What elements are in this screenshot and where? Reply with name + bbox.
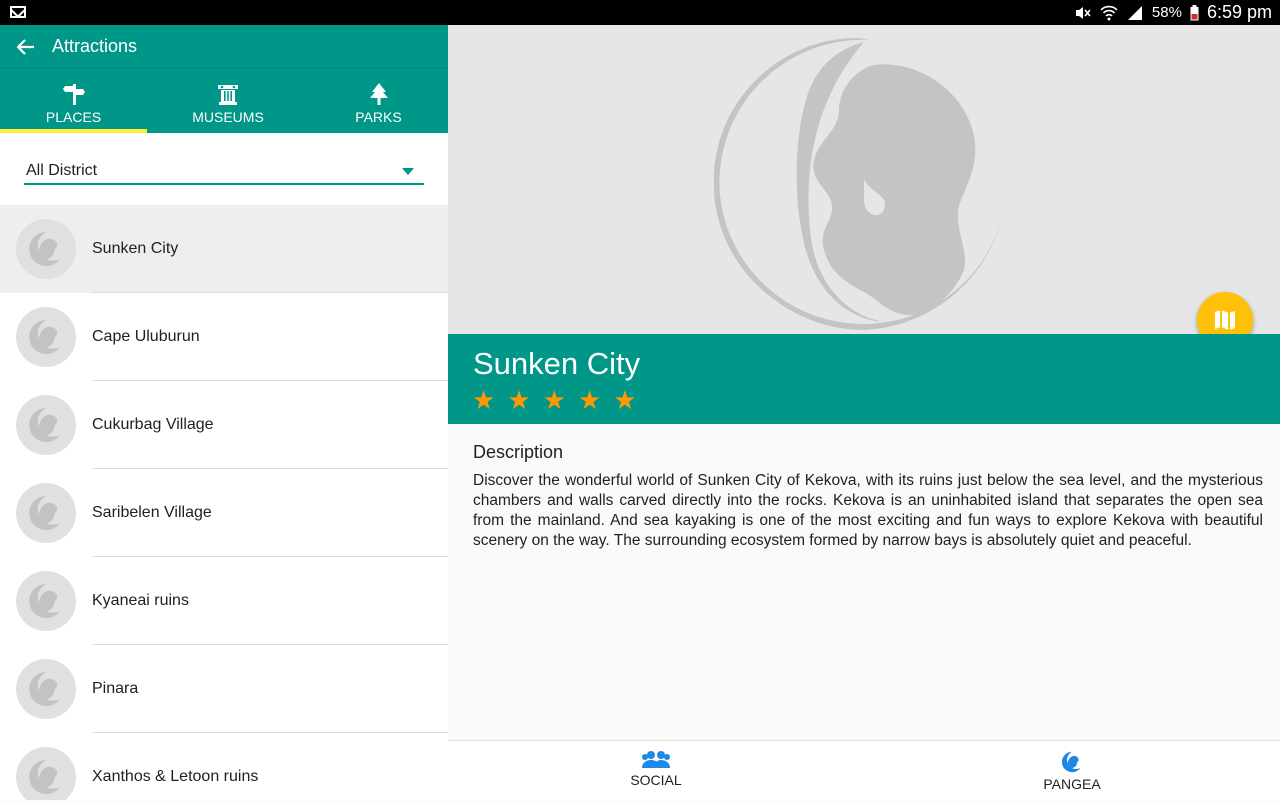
page-title: Attractions — [52, 36, 138, 56]
nav-pangea[interactable]: PANGEA — [1030, 741, 1114, 801]
avatar — [16, 307, 76, 367]
mail-icon — [10, 6, 26, 18]
place-name: Sunken City — [92, 240, 179, 257]
signpost-icon — [62, 84, 85, 105]
status-icons: 58% 6:59 pm — [1074, 0, 1272, 25]
dropdown-arrow-icon — [402, 168, 414, 175]
wifi-icon — [1100, 5, 1118, 20]
place-name: Saribelen Village — [92, 504, 212, 521]
status-bar: 58% 6:59 pm — [0, 0, 1280, 25]
pangea-logo-icon — [29, 496, 60, 530]
avatar — [16, 747, 76, 800]
tab-museums[interactable]: MUSEUMS — [147, 69, 309, 134]
pangea-logo-icon — [29, 320, 60, 354]
list-item[interactable]: Sunken City — [0, 205, 448, 293]
place-title: Sunken City — [473, 346, 641, 381]
battery-percent: 58% — [1151, 4, 1182, 21]
place-name: Cukurbag Village — [92, 416, 214, 433]
tab-label: MUSEUMS — [192, 109, 264, 125]
detail-panel: Sunken City ★ ★ ★ ★ ★ Description Discov… — [448, 25, 1280, 800]
pangea-logo-icon — [29, 584, 60, 618]
place-name: Pinara — [92, 680, 139, 697]
place-name: Xanthos & Letoon ruins — [92, 768, 259, 785]
places-list: Sunken City Cape Uluburun Cukurbag Villa… — [0, 205, 448, 800]
pangea-logo-icon — [29, 232, 60, 266]
tab-bar: PLACES MUSEUMS PARKS — [0, 68, 448, 133]
list-item[interactable]: Cape Uluburun — [0, 293, 448, 381]
place-header: Sunken City ★ ★ ★ ★ ★ — [448, 334, 1280, 424]
avatar — [16, 483, 76, 543]
star-icon: ★ — [507, 386, 531, 416]
tab-places[interactable]: PLACES — [0, 69, 147, 134]
list-item[interactable]: Kyaneai ruins — [0, 557, 448, 645]
list-item[interactable]: Xanthos & Letoon ruins — [0, 733, 448, 800]
avatar — [16, 659, 76, 719]
back-button[interactable] — [0, 25, 52, 68]
battery-icon — [1190, 4, 1199, 20]
hero-image — [448, 25, 1280, 348]
district-select[interactable]: All District — [24, 159, 424, 185]
avatar — [16, 571, 76, 631]
nav-social[interactable]: SOCIAL — [614, 741, 698, 801]
tab-label: PARKS — [355, 109, 402, 125]
pangea-logo-icon — [29, 672, 60, 706]
pangea-logo-icon — [29, 408, 60, 442]
avatar — [16, 219, 76, 279]
district-select-value: All District — [26, 162, 98, 179]
map-icon — [1215, 310, 1235, 330]
list-item[interactable]: Pinara — [0, 645, 448, 733]
district-filter: All District — [0, 133, 448, 205]
pangea-logo-icon — [1061, 751, 1081, 773]
clock: 6:59 pm — [1206, 2, 1272, 22]
arrow-back-icon — [17, 38, 34, 55]
rating-stars: ★ ★ ★ ★ ★ — [472, 388, 637, 414]
tab-label: PLACES — [45, 109, 102, 125]
mute-icon — [1075, 6, 1091, 19]
app-bar: Attractions — [0, 25, 448, 68]
park-icon — [369, 83, 388, 105]
place-name: Kyaneai ruins — [92, 592, 189, 609]
star-icon: ★ — [472, 386, 496, 416]
tab-parks[interactable]: PARKS — [309, 69, 448, 134]
pangea-logo-icon — [29, 760, 60, 794]
list-item[interactable]: Saribelen Village — [0, 469, 448, 557]
nav-social-label: SOCIAL — [630, 772, 682, 788]
description-text: Discover the wonderful world of Sunken C… — [473, 472, 1263, 549]
signal-icon — [1127, 5, 1142, 20]
attractions-panel: Attractions PLACES MUSEUMS PARKS All Dis… — [0, 25, 448, 800]
museum-icon — [218, 85, 238, 105]
star-icon: ★ — [613, 386, 637, 416]
description-heading: Description — [473, 442, 564, 462]
place-name: Cape Uluburun — [92, 328, 200, 345]
list-item[interactable]: Cukurbag Village — [0, 381, 448, 469]
pangea-logo-icon — [714, 35, 1004, 330]
avatar — [16, 395, 76, 455]
nav-pangea-label: PANGEA — [1043, 776, 1101, 792]
star-icon: ★ — [542, 386, 566, 416]
people-icon — [642, 751, 670, 768]
bottom-navigation: SOCIAL PANGEA — [448, 740, 1280, 800]
star-icon: ★ — [577, 386, 602, 416]
